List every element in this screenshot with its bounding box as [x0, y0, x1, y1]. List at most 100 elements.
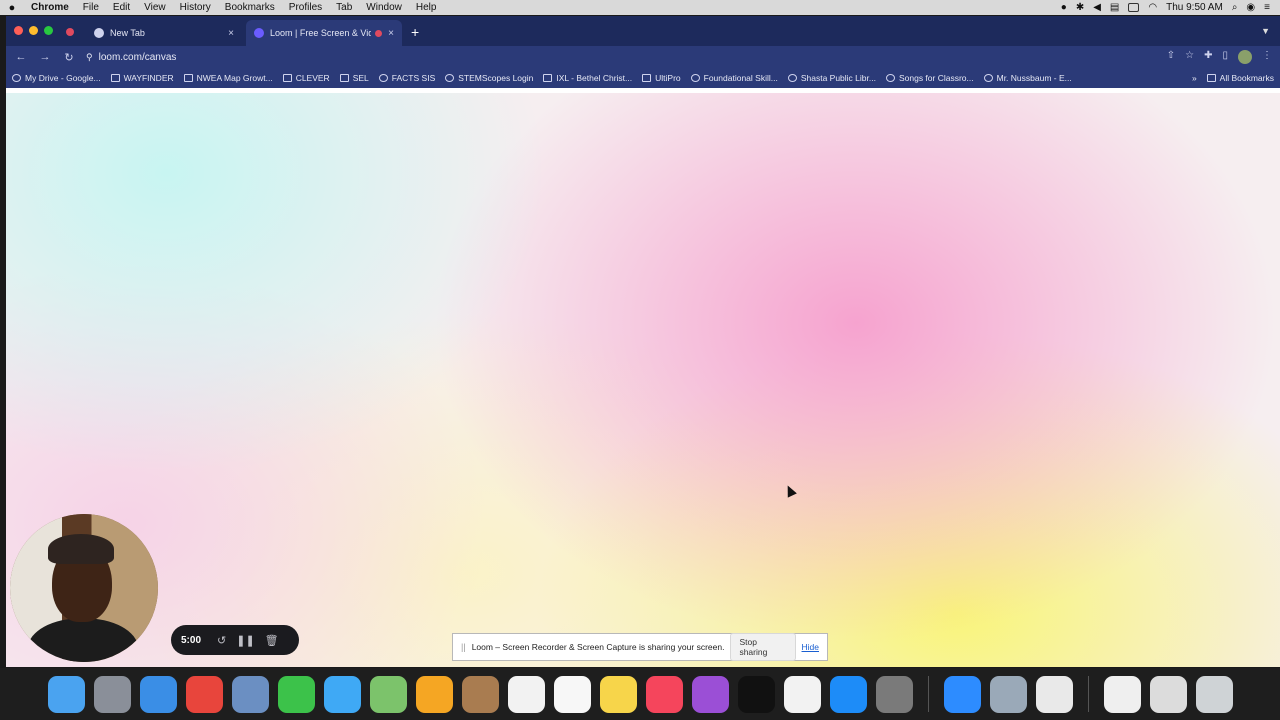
url-text[interactable]: loom.com/canvas: [99, 52, 177, 63]
close-tab-icon[interactable]: ×: [228, 28, 234, 39]
bookmark-label: UltiPro: [655, 73, 681, 83]
bookmark-star-icon[interactable]: ☆: [1185, 50, 1194, 64]
restart-recording-icon[interactable]: ↺: [217, 634, 226, 647]
bookmark-my-drive[interactable]: My Drive - Google...: [12, 73, 101, 83]
notes-icon[interactable]: [599, 675, 637, 713]
tab-loom[interactable]: Loom | Free Screen & Vide ×: [246, 20, 402, 46]
bookmark-facts-sis[interactable]: FACTS SIS: [378, 73, 435, 83]
bookmark-nwea[interactable]: NWEA Map Growt...: [183, 73, 273, 83]
bookmark-label: Mr. Nussbaum - E...: [996, 73, 1072, 83]
finder-icon[interactable]: [47, 675, 85, 713]
extensions-icon[interactable]: ✚: [1204, 50, 1212, 64]
profile-avatar[interactable]: [1238, 50, 1252, 64]
bluetooth-icon[interactable]: ✱: [1076, 2, 1084, 13]
screen-mirroring-icon[interactable]: [1128, 3, 1140, 12]
loom-canvas[interactable]: [6, 93, 1280, 667]
clock[interactable]: Thu 9:50 AM: [1166, 2, 1223, 13]
messages-icon[interactable]: [323, 675, 361, 713]
bookmark-shasta-library[interactable]: Shasta Public Libr...: [787, 73, 876, 83]
reminders-icon[interactable]: [553, 675, 591, 713]
bookmark-foundational-skills[interactable]: Foundational Skill...: [690, 73, 778, 83]
trash-icon[interactable]: [1195, 675, 1233, 713]
preview-icon[interactable]: [231, 675, 269, 713]
stop-sharing-button[interactable]: Stop sharing: [730, 633, 796, 661]
drag-handle-icon[interactable]: ||: [461, 642, 466, 652]
bookmark-label: Shasta Public Libr...: [800, 73, 876, 83]
hide-link[interactable]: Hide: [802, 642, 819, 652]
launchpad-icon[interactable]: [93, 675, 131, 713]
app-store-icon[interactable]: [829, 675, 867, 713]
wifi-icon[interactable]: ◠: [1148, 2, 1157, 13]
bookmark-label: STEMScopes Login: [458, 73, 534, 83]
bookmark-sel[interactable]: SEL: [339, 73, 369, 83]
photos-icon[interactable]: [415, 675, 453, 713]
menu-help[interactable]: Help: [409, 2, 444, 13]
side-panel-icon[interactable]: ▯: [1222, 50, 1228, 64]
back-icon[interactable]: ←: [14, 51, 28, 63]
input-flag-icon[interactable]: ▤: [1110, 2, 1119, 13]
menubar-status-area: ● ✱ ◀ ▤ ◠ Thu 9:50 AM ⌕ ◉ ≡: [1061, 2, 1280, 13]
music-icon[interactable]: [645, 675, 683, 713]
menu-tab[interactable]: Tab: [329, 2, 359, 13]
bookmark-stemscopes[interactable]: STEMScopes Login: [445, 73, 533, 83]
tab-new-tab[interactable]: New Tab ×: [86, 20, 242, 46]
pdf-document-icon[interactable]: [1103, 675, 1141, 713]
bookmarks-overflow-button[interactable]: »: [1192, 73, 1197, 83]
address-bar[interactable]: ⚲ loom.com/canvas: [86, 48, 1157, 66]
siri-icon[interactable]: ◉: [1246, 2, 1255, 13]
system-preferences-icon[interactable]: [875, 675, 913, 713]
forward-icon[interactable]: →: [38, 51, 52, 63]
all-bookmarks-button[interactable]: All Bookmarks: [1206, 73, 1274, 83]
apple-tv-icon[interactable]: [737, 675, 775, 713]
apple-icon[interactable]: ●: [0, 2, 24, 14]
calendar-icon[interactable]: [507, 675, 545, 713]
webcam-bubble[interactable]: [10, 514, 158, 662]
minimize-window-button[interactable]: [29, 26, 38, 35]
bookmark-wayfinder[interactable]: WAYFINDER: [110, 73, 174, 83]
safari-icon[interactable]: [139, 675, 177, 713]
webcam-headwrap: [48, 534, 114, 564]
menu-view[interactable]: View: [137, 2, 173, 13]
site-info-icon[interactable]: ⚲: [86, 52, 93, 63]
bookmark-ultipro[interactable]: UltiPro: [642, 73, 681, 83]
volume-icon[interactable]: ◀: [1093, 2, 1101, 13]
bookmark-clever[interactable]: CLEVER: [282, 73, 330, 83]
bookmark-ixl[interactable]: IXL - Bethel Christ...: [543, 73, 632, 83]
image-capture-icon[interactable]: [989, 675, 1027, 713]
globe-icon: [787, 74, 797, 82]
bookmark-label: All Bookmarks: [1219, 73, 1274, 83]
contacts-icon[interactable]: [461, 675, 499, 713]
maps-icon[interactable]: [369, 675, 407, 713]
recording-tab-icon[interactable]: [66, 28, 74, 36]
menu-app-name[interactable]: Chrome: [24, 2, 76, 13]
bookmark-mr-nussbaum[interactable]: Mr. Nussbaum - E...: [983, 73, 1072, 83]
new-tab-button[interactable]: +: [411, 24, 419, 40]
menu-window[interactable]: Window: [359, 2, 409, 13]
menu-file[interactable]: File: [76, 2, 106, 13]
menu-history[interactable]: History: [173, 2, 218, 13]
chrome-icon[interactable]: [185, 675, 223, 713]
close-window-button[interactable]: [14, 26, 23, 35]
more-menu-icon[interactable]: ⋮: [1262, 50, 1272, 64]
zoom-window-button[interactable]: [44, 26, 53, 35]
zoom-icon[interactable]: [943, 675, 981, 713]
menu-bookmarks[interactable]: Bookmarks: [218, 2, 282, 13]
podcasts-icon[interactable]: [691, 675, 729, 713]
menu-profiles[interactable]: Profiles: [282, 2, 329, 13]
microphone-icon[interactable]: ●: [1061, 2, 1067, 13]
facetime-icon[interactable]: [277, 675, 315, 713]
bookmark-songs-classroom[interactable]: Songs for Classro...: [885, 73, 974, 83]
close-tab-icon[interactable]: ×: [388, 28, 394, 39]
screenshot-document-icon[interactable]: [1149, 675, 1187, 713]
delete-recording-icon[interactable]: 🗑: [265, 634, 279, 647]
menu-bar: ● Chrome File Edit View History Bookmark…: [0, 0, 1280, 15]
menu-edit[interactable]: Edit: [106, 2, 137, 13]
share-icon[interactable]: ⇧: [1167, 50, 1175, 64]
textedit-icon[interactable]: [1035, 675, 1073, 713]
control-center-icon[interactable]: ≡: [1264, 2, 1270, 13]
news-icon[interactable]: [783, 675, 821, 713]
tab-search-chevron-icon[interactable]: ▼: [1261, 26, 1270, 36]
pause-recording-icon[interactable]: ❚❚: [236, 634, 254, 647]
spotlight-search-icon[interactable]: ⌕: [1232, 2, 1238, 13]
reload-icon[interactable]: ↻: [62, 51, 76, 64]
